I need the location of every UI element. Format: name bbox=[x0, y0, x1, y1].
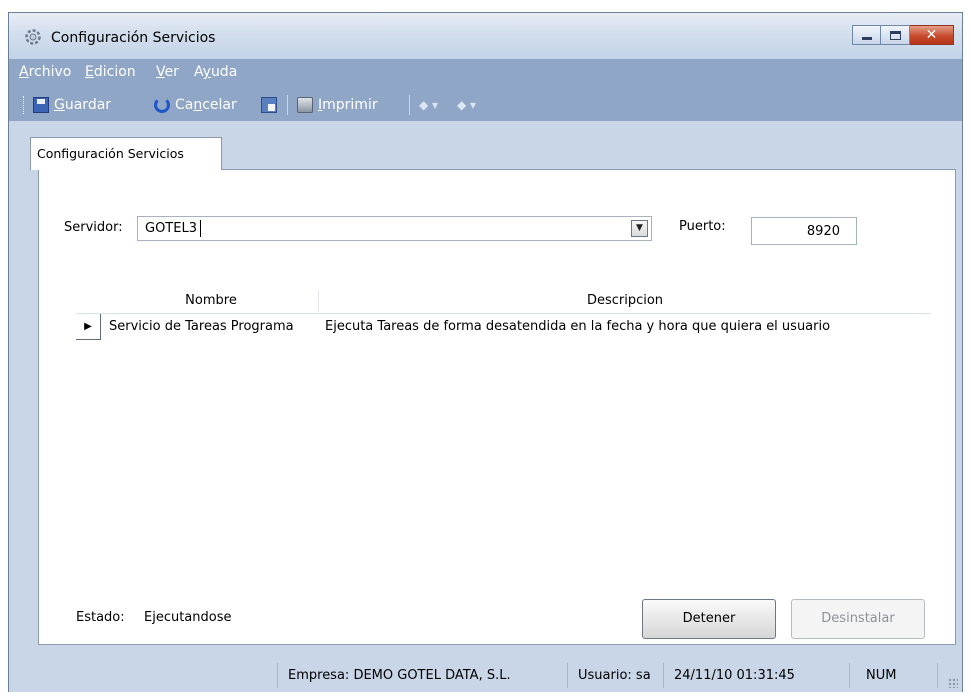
menu-edicion[interactable]: Edicion bbox=[85, 64, 136, 80]
export-icon bbox=[261, 97, 277, 113]
menu-ver[interactable]: Ver bbox=[156, 64, 179, 80]
tab-configuracion-servicios[interactable]: Configuración Servicios bbox=[30, 137, 222, 170]
minimize-icon bbox=[862, 37, 872, 40]
imprimir-label: Imprimir bbox=[318, 97, 378, 113]
status-divider bbox=[663, 663, 664, 688]
tab-panel: Servidor: GOTEL3 ▼ Puerto: 8920 Nombre D… bbox=[38, 169, 956, 645]
guardar-label: Guardar bbox=[54, 97, 112, 113]
imprimir-button[interactable]: Imprimir bbox=[297, 94, 378, 116]
status-divider bbox=[937, 663, 938, 688]
save-icon bbox=[33, 97, 49, 113]
chevron-down-icon[interactable]: ▼ bbox=[631, 220, 648, 237]
resize-grip-icon[interactable] bbox=[948, 678, 958, 688]
column-header-descripcion[interactable]: Descripcion bbox=[319, 293, 931, 308]
servidor-value: GOTEL3 bbox=[145, 221, 197, 236]
toolbar: Guardar Cancelar Imprimir ◆ ▾ ◆ ▾ bbox=[9, 89, 962, 121]
close-button[interactable]: ✕ bbox=[910, 25, 954, 45]
gear-icon bbox=[25, 29, 41, 45]
export-button[interactable] bbox=[261, 94, 277, 116]
toolbar-separator bbox=[409, 95, 410, 115]
arrow-up-icon: ◆ ▾ bbox=[419, 98, 439, 112]
undo-icon bbox=[154, 97, 170, 113]
nav-prev-button[interactable]: ◆ ▾ bbox=[419, 94, 438, 116]
servidor-combobox[interactable]: GOTEL3 ▼ bbox=[137, 216, 652, 241]
title-bar[interactable]: Configuración Servicios ✕ bbox=[9, 13, 962, 59]
status-bar: Empresa: DEMO GOTEL DATA, S.L. Usuario: … bbox=[9, 659, 962, 692]
status-empresa: Empresa: DEMO GOTEL DATA, S.L. bbox=[288, 668, 511, 683]
print-icon bbox=[297, 97, 313, 113]
cancelar-label: Cancelar bbox=[175, 97, 237, 113]
services-grid: Nombre Descripcion ▶ Servicio de Tareas … bbox=[76, 288, 931, 340]
nav-next-button[interactable]: ◆ ▾ bbox=[457, 94, 476, 116]
close-icon: ✕ bbox=[925, 27, 938, 43]
cell-nombre: Servicio de Tareas Programa bbox=[109, 319, 294, 334]
estado-value: Ejecutandose bbox=[144, 610, 232, 625]
puerto-label: Puerto: bbox=[679, 219, 726, 234]
estado-label: Estado: bbox=[76, 610, 125, 625]
text-caret bbox=[200, 220, 201, 237]
minimize-button[interactable] bbox=[852, 25, 881, 45]
tab-label: Configuración Servicios bbox=[37, 146, 184, 161]
cell-descripcion: Ejecuta Tareas de forma desatendida en l… bbox=[325, 319, 831, 334]
grid-header: Nombre Descripcion bbox=[76, 288, 931, 314]
status-divider bbox=[567, 663, 568, 688]
main-window: Configuración Servicios ✕ Archivo Edicio… bbox=[8, 12, 963, 692]
arrow-down-icon: ◆ ▾ bbox=[457, 98, 477, 112]
column-header-nombre[interactable]: Nombre bbox=[104, 293, 318, 308]
maximize-button[interactable] bbox=[881, 25, 910, 45]
toolbar-grip[interactable] bbox=[23, 96, 25, 114]
menu-archivo[interactable]: Archivo bbox=[19, 64, 71, 80]
toolbar-separator bbox=[287, 95, 288, 115]
window-title: Configuración Servicios bbox=[51, 30, 216, 46]
menu-ayuda[interactable]: Ayuda bbox=[194, 64, 237, 80]
table-row[interactable]: ▶ Servicio de Tareas Programa Ejecuta Ta… bbox=[76, 314, 931, 340]
puerto-field[interactable]: 8920 bbox=[751, 217, 857, 245]
servidor-label: Servidor: bbox=[64, 220, 123, 235]
detener-button[interactable]: Detener bbox=[642, 599, 776, 639]
cancelar-button[interactable]: Cancelar bbox=[154, 94, 237, 116]
menu-bar: Archivo Edicion Ver Ayuda bbox=[9, 59, 962, 89]
status-num: NUM bbox=[866, 668, 897, 683]
status-usuario: Usuario: sa bbox=[578, 668, 651, 683]
status-divider bbox=[849, 663, 850, 688]
guardar-button[interactable]: Guardar bbox=[33, 94, 111, 116]
window-controls: ✕ bbox=[852, 25, 954, 45]
status-fecha: 24/11/10 01:31:45 bbox=[674, 668, 795, 683]
maximize-icon bbox=[890, 31, 901, 40]
status-divider bbox=[277, 663, 278, 688]
row-selector-icon[interactable]: ▶ bbox=[76, 314, 101, 340]
desinstalar-button[interactable]: Desinstalar bbox=[791, 599, 925, 639]
